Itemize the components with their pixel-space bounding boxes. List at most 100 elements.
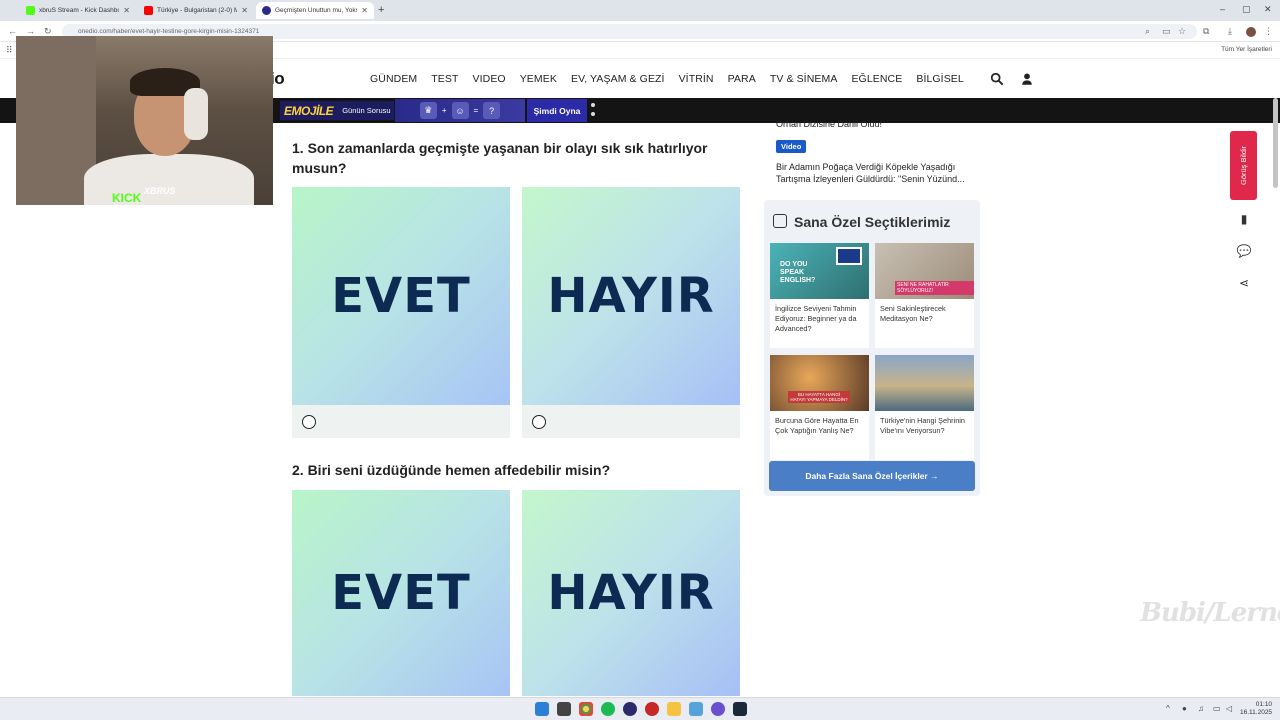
nav-para[interactable]: PARA [728, 73, 756, 85]
clock[interactable]: 01:10 16.11.2025 [1240, 701, 1272, 717]
share-icon[interactable]: ⋖ [1236, 276, 1252, 292]
promo-more-icon[interactable] [591, 103, 595, 121]
nav-video[interactable]: VIDEO [473, 73, 506, 85]
cast-icon[interactable]: ▭ [1162, 26, 1171, 37]
answer-image-no[interactable]: HAYIR [522, 490, 740, 696]
minimize-icon[interactable]: – [1220, 4, 1225, 14]
pick-card[interactable]: SENİ NE RAHATLATIR SÖYLÜYORUZ! Seni Saki… [875, 243, 974, 348]
menu-icon[interactable]: ⋮ [1264, 26, 1273, 37]
profile-avatar[interactable] [1246, 27, 1256, 37]
play-now-button[interactable]: Şimdi Oyna [527, 99, 587, 122]
tray-chevron-icon[interactable]: ^ [1166, 704, 1170, 713]
picks-title: Sana Özel Seçtiklerimiz [794, 214, 951, 230]
radio-button[interactable] [532, 415, 546, 429]
tab-label: Geçmişten Unuttun mu, Yoksa... [275, 7, 358, 14]
related-video-link[interactable]: Bir Adamın Poğaça Verdiği Köpekle Yaşadı… [776, 161, 980, 185]
pick-image: BU HAYATTA HANGİ HATAYI YAPMAYA DELDİN? [770, 355, 869, 411]
question-1: 1. Son zamanlarda geçmişte yaşanan bir o… [292, 140, 708, 176]
back-icon[interactable]: ← [8, 26, 17, 36]
equals-sign: = [473, 106, 479, 115]
answer-image-yes[interactable]: EVET [292, 490, 510, 696]
chrome-icon[interactable] [579, 702, 593, 716]
network-icon[interactable]: ▭ [1213, 704, 1221, 713]
kick-icon [26, 6, 35, 15]
clock-date: 16.11.2025 [1240, 709, 1273, 716]
apps-icon[interactable]: ⠿ [6, 45, 13, 56]
app-icon[interactable] [645, 702, 659, 716]
new-tab-icon[interactable]: + [378, 4, 384, 16]
pick-card[interactable]: BU HAYATTA HANGİ HATAYI YAPMAYA DELDİN? … [770, 355, 869, 460]
nav-bilgisel[interactable]: BİLGİSEL [916, 73, 964, 85]
bookmark-star-icon[interactable]: ☆ [1178, 26, 1186, 37]
mic-icon[interactable]: ♫ [1198, 704, 1204, 713]
related-article-link[interactable]: Orhan Dizisine Dahil Oldu! [776, 118, 986, 130]
spotify-icon[interactable] [601, 702, 615, 716]
tab-kick-dashboard[interactable]: xbruS Stream - Kick Dashboard ✕ [20, 2, 136, 19]
headset-icon [184, 88, 208, 140]
uk-flag-icon [836, 247, 862, 265]
nav-yemek[interactable]: YEMEK [520, 73, 557, 85]
answer-image-no[interactable]: HAYIR [522, 187, 740, 405]
tab-label: Türkiye - Bulgaristan (2-0) Maç [157, 7, 238, 14]
tab-onedio-quiz[interactable]: Geçmişten Unuttun mu, Yoksa... ✕ [256, 2, 374, 19]
main-nav: GÜNDEM TEST VIDEO YEMEK EV, YAŞAM & GEZİ… [370, 73, 978, 85]
discord-icon[interactable] [711, 702, 725, 716]
pick-image-text: SENİ NE RAHATLATIR SÖYLÜYORUZ! [895, 281, 974, 295]
zoom-icon[interactable]: ⌕ [1145, 26, 1150, 37]
emojile-banner[interactable]: EMOJİLE Günün Sorusu [280, 101, 394, 120]
bookmark-add-icon[interactable]: ▮ [1236, 212, 1252, 228]
emoji-puzzle[interactable]: ♛ + ☺ = ? [395, 99, 525, 122]
start-icon[interactable] [535, 702, 549, 716]
comments-icon[interactable]: 💬 [1236, 244, 1252, 260]
watermark: Bubi/Lerne [1140, 598, 1280, 628]
tray-app-icon[interactable]: ● [1182, 704, 1187, 713]
pick-image-text: DO YOU SPEAK ENGLISH? [780, 261, 816, 284]
steam-icon[interactable] [733, 702, 747, 716]
extensions-icon[interactable]: ⧉ [1203, 26, 1209, 37]
feedback-button[interactable]: Görüş Bildir [1230, 131, 1257, 200]
answer-footer [522, 405, 740, 438]
streamer-body [84, 154, 254, 205]
nav-test[interactable]: TEST [431, 73, 458, 85]
streamer-brand: XBRUS [144, 186, 176, 196]
url-text: onedio.com/haber/evet-hayir-testine-gore… [78, 28, 260, 35]
radio-button[interactable] [302, 415, 316, 429]
pick-caption: Burcuna Göre Hayatta En Çok Yaptığın Yan… [775, 416, 859, 435]
browser-tabbar: xbruS Stream - Kick Dashboard ✕ Türkiye … [0, 0, 1280, 21]
nav-tv-sinema[interactable]: TV & SİNEMA [770, 73, 838, 85]
file-explorer-icon[interactable] [667, 702, 681, 716]
pick-caption: İngilizce Seviyeni Tahmin Ediyoruz: Begi… [775, 304, 857, 333]
pick-card[interactable]: Türkiye'nin Hangi Şehrinin Vibe'ını Veri… [875, 355, 974, 460]
all-bookmarks-link[interactable]: Tüm Yer İşaretleri [1221, 46, 1272, 53]
maximize-icon[interactable]: ▢ [1242, 4, 1251, 15]
nav-gundem[interactable]: GÜNDEM [370, 73, 417, 85]
personal-picks-panel: Sana Özel Seçtiklerimiz DO YOU SPEAK ENG… [764, 200, 980, 496]
search-icon[interactable] [990, 72, 1004, 86]
nav-vitrin[interactable]: VİTRİN [679, 73, 714, 85]
window-close-icon[interactable]: ✕ [1264, 4, 1272, 15]
answer-image-yes[interactable]: EVET [292, 187, 510, 405]
answer-card-yes[interactable]: EVET [292, 187, 510, 438]
answer-card-yes[interactable]: EVET [292, 490, 510, 696]
task-view-icon[interactable] [557, 702, 571, 716]
obs-icon[interactable] [623, 702, 637, 716]
more-picks-button[interactable]: Daha Fazla Sana Özel İçerikler → [769, 461, 975, 491]
answer-card-no[interactable]: HAYIR [522, 490, 740, 696]
clock-time: 01:10 [1255, 701, 1273, 708]
kick-logo: KICK [112, 191, 142, 205]
emojile-logo: EMOJİLE [284, 103, 334, 118]
settings-icon[interactable] [689, 702, 703, 716]
volume-icon[interactable]: ◁ [1226, 704, 1232, 713]
tab-youtube-match[interactable]: Türkiye - Bulgaristan (2-0) Maç ✕ [138, 2, 254, 19]
nav-eglence[interactable]: EĞLENCE [851, 73, 902, 85]
page-scrollbar[interactable] [1273, 98, 1278, 188]
close-icon[interactable]: ✕ [241, 6, 248, 15]
close-icon[interactable]: ✕ [123, 6, 130, 15]
user-icon[interactable] [1020, 72, 1034, 86]
pick-card[interactable]: DO YOU SPEAK ENGLISH? İngilizce Seviyeni… [770, 243, 869, 348]
forward-icon[interactable]: → [26, 26, 35, 36]
nav-ev-yasam-gezi[interactable]: EV, YAŞAM & GEZİ [571, 73, 665, 85]
answer-card-no[interactable]: HAYIR [522, 187, 740, 438]
downloads-icon[interactable]: ⤓ [1228, 26, 1232, 37]
close-icon[interactable]: ✕ [361, 6, 368, 15]
